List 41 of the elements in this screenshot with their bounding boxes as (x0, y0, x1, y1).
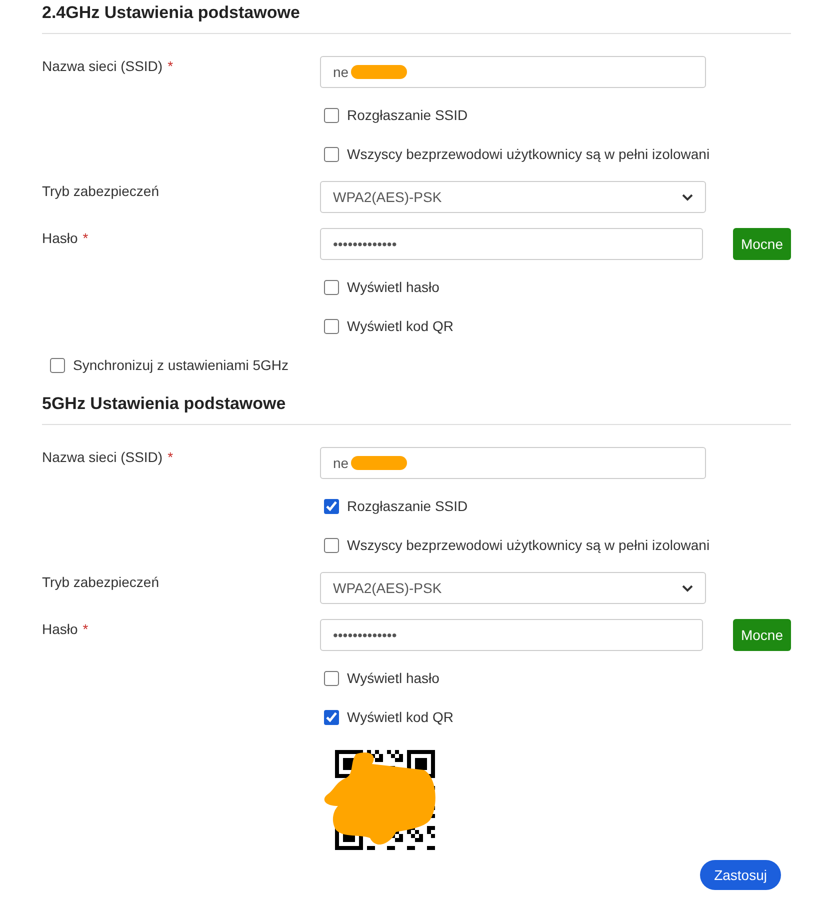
security-mode-dropdown[interactable]: WPA2(AES)-PSK (320, 181, 706, 213)
field-label: Nazwa sieci (SSID) (42, 58, 163, 74)
field-label: Hasło (42, 621, 78, 637)
ssid-field[interactable]: ne (320, 447, 706, 479)
checkbox[interactable] (324, 538, 339, 552)
ssid-field[interactable]: ne (320, 56, 706, 88)
checkbox[interactable] (324, 710, 339, 724)
field-label: Tryb zabezpieczeń (42, 183, 159, 199)
checkbox-label: Wszyscy bezprzewodowi użytkownicy są w pełni izolowani (347, 537, 710, 553)
field-label: Nazwa sieci (SSID) (42, 449, 163, 465)
checkbox-label: Wszyscy bezprzewodowi użytkownicy są w pełni izolowani (347, 146, 710, 162)
apply-button[interactable]: Zastosuj (700, 860, 781, 890)
password-strength-badge: Mocne (732, 619, 791, 651)
checkbox-label: Rozgłaszanie SSID (347, 498, 468, 514)
checkbox-label: Wyświetl kod QR (347, 709, 454, 725)
chevron-down-icon (682, 584, 693, 592)
checkbox[interactable] (324, 498, 339, 514)
security-mode-dropdown[interactable]: WPA2(AES)-PSK (320, 572, 706, 604)
password-strength-badge: Mocne (732, 228, 791, 260)
required-marker: * (168, 58, 174, 74)
section-heading: 2.4GHz Ustawienia podstawowe (42, 0, 791, 34)
field-label: Hasło (42, 230, 78, 246)
checkbox-label: Rozgłaszanie SSID (347, 107, 468, 123)
password-field[interactable]: ••••••••••••• (320, 228, 703, 260)
chevron-down-icon (682, 194, 693, 200)
field-label: Tryb zabezpieczeń (42, 574, 159, 590)
password-field[interactable]: ••••••••••••• (320, 619, 703, 651)
checkbox[interactable] (324, 108, 339, 122)
checkbox-label: Synchronizuj z ustawieniami 5GHz (73, 357, 289, 373)
required-marker: * (82, 621, 88, 637)
required-marker: * (82, 230, 88, 246)
checkbox-label: Wyświetl kod QR (347, 318, 454, 334)
checkbox[interactable] (324, 280, 339, 294)
required-marker: * (168, 449, 174, 465)
section-heading: 5GHz Ustawienia podstawowe (42, 391, 791, 425)
checkbox[interactable] (324, 318, 339, 334)
checkbox[interactable] (324, 670, 339, 686)
checkbox-label: Wyświetl hasło (347, 670, 440, 686)
checkbox[interactable] (50, 358, 65, 372)
checkbox[interactable] (324, 146, 339, 162)
checkbox-label: Wyświetl hasło (347, 279, 440, 295)
